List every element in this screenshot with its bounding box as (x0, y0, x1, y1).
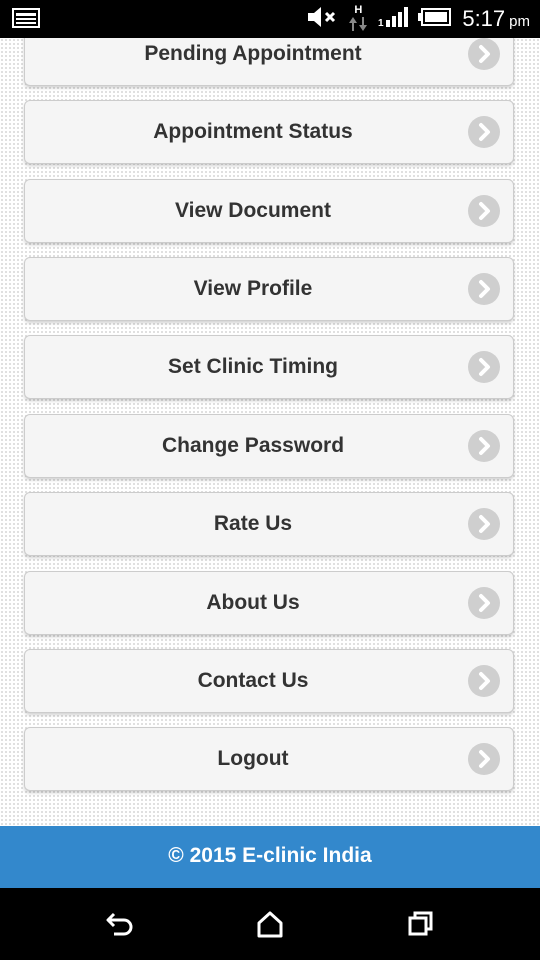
menu-item-label: Contact Us (197, 669, 309, 692)
menu-item-label: View Profile (193, 277, 313, 300)
data-arrows-icon: H (348, 5, 368, 33)
menu-item-label: View Document (175, 199, 331, 222)
recent-apps-icon[interactable] (402, 908, 438, 940)
menu-item-view-document[interactable]: View Document (24, 179, 514, 243)
menu-item-contact-us[interactable]: Contact Us (24, 649, 514, 713)
menu-item-change-password[interactable]: Change Password (24, 414, 514, 478)
chevron-right-icon (468, 38, 500, 70)
mute-icon (306, 5, 338, 34)
clock-time: 5:17 (462, 6, 506, 31)
menu-item-label: Set Clinic Timing (168, 355, 338, 378)
chevron-right-icon (468, 508, 500, 540)
footer: © 2015 E-clinic India (0, 826, 540, 888)
menu-item-appointment-status[interactable]: Appointment Status (24, 100, 514, 164)
clock-ampm: pm (509, 13, 530, 30)
screenshot-icon (12, 8, 40, 33)
clock: 5:17 pm (462, 6, 530, 32)
menu-item-about-us[interactable]: About Us (24, 571, 514, 635)
chevron-right-icon (468, 351, 500, 383)
network-type-label: H (354, 4, 363, 16)
chevron-right-icon (468, 195, 500, 227)
chevron-right-icon (468, 743, 500, 775)
back-icon[interactable] (102, 908, 138, 940)
chevron-right-icon (468, 665, 500, 697)
menu-item-rate-us[interactable]: Rate Us (24, 492, 514, 556)
chevron-right-icon (468, 430, 500, 462)
chevron-right-icon (468, 116, 500, 148)
chevron-right-icon (468, 587, 500, 619)
status-bar: H 1 5:17 pm (0, 0, 540, 38)
home-icon[interactable] (252, 908, 288, 940)
menu-item-view-profile[interactable]: View Profile (24, 257, 514, 321)
menu-list: Pending Appointment Appointment Status V… (0, 38, 540, 826)
battery-icon (418, 7, 452, 32)
menu-item-label: About Us (206, 591, 300, 614)
chevron-right-icon (468, 273, 500, 305)
menu-item-label: Pending Appointment (144, 42, 362, 65)
menu-item-label: Appointment Status (153, 120, 353, 143)
menu-item-label: Change Password (161, 434, 345, 457)
nav-bar (0, 888, 540, 960)
menu-item-set-clinic-timing[interactable]: Set Clinic Timing (24, 335, 514, 399)
footer-copyright: © 2015 E-clinic India (168, 844, 372, 867)
menu-item-label: Rate Us (213, 512, 293, 535)
svg-text:1: 1 (378, 18, 384, 28)
signal-icon: 1 (378, 6, 409, 33)
menu-item-label: Logout (217, 747, 289, 770)
menu-item-logout[interactable]: Logout (24, 727, 514, 791)
menu-item-pending-appointment[interactable]: Pending Appointment (24, 38, 514, 86)
